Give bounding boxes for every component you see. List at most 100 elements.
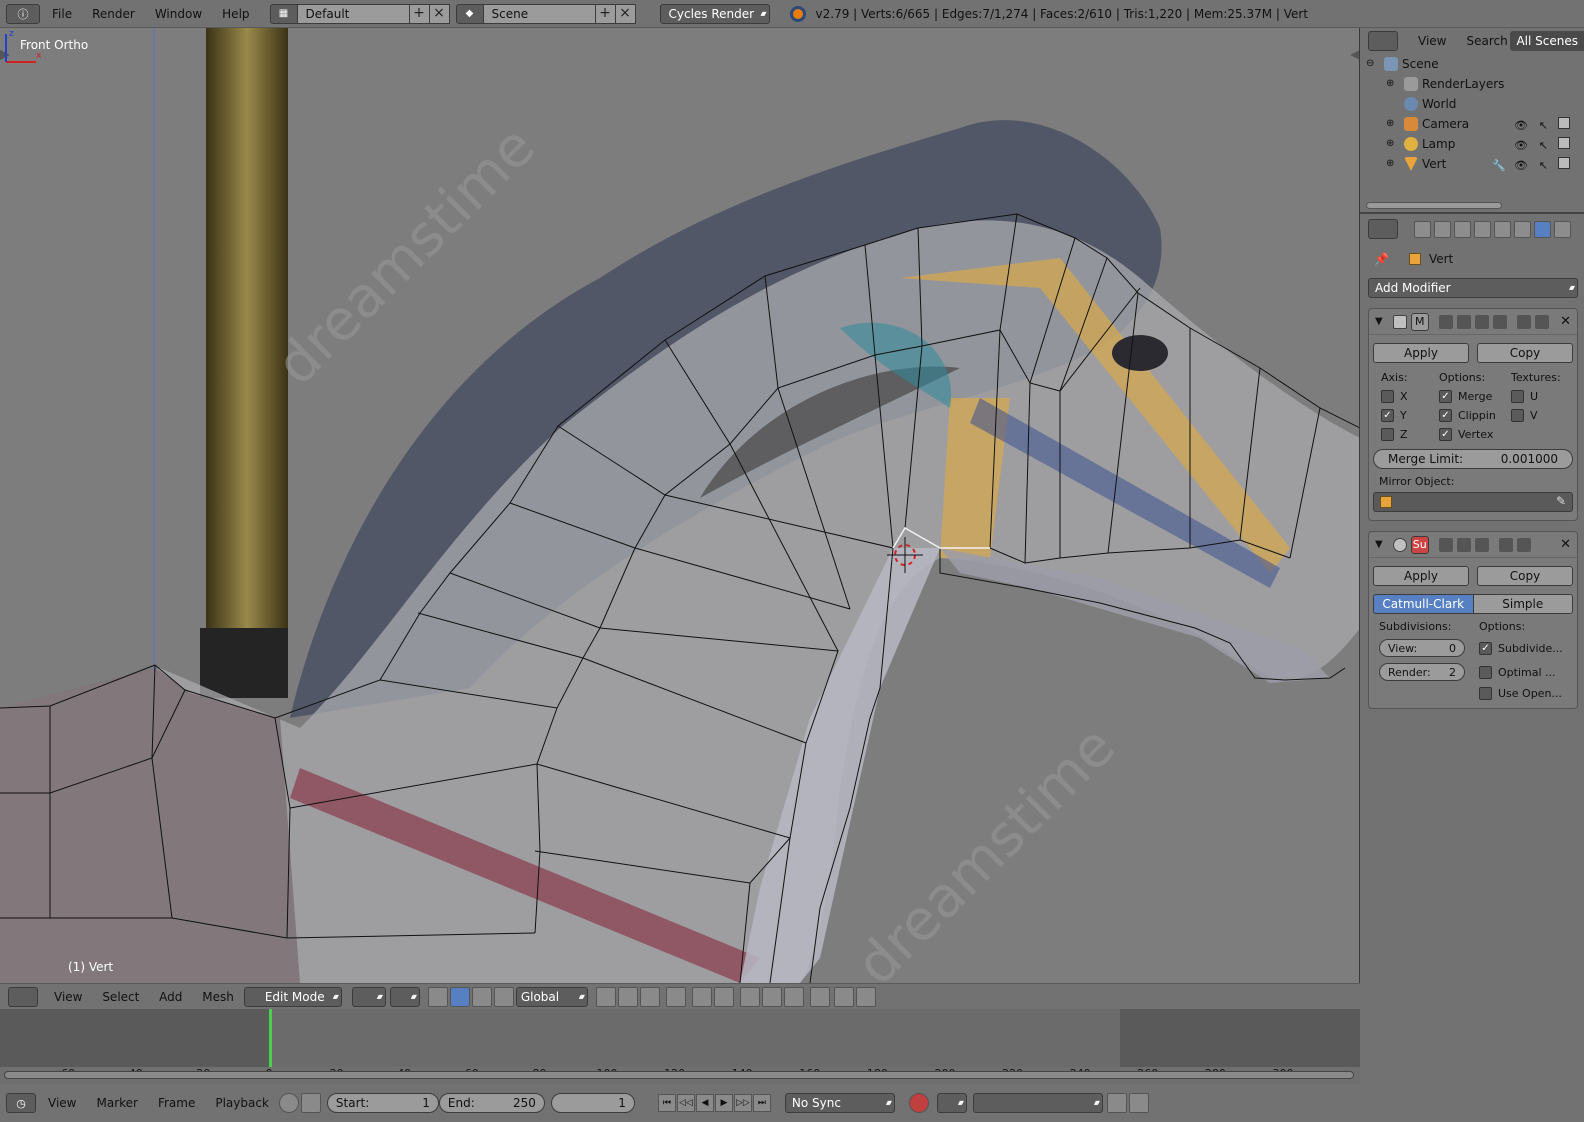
menu-select[interactable]: Select: [102, 990, 139, 1004]
renderability-camera-icon[interactable]: [1558, 117, 1570, 129]
show-render-icon[interactable]: [1438, 314, 1453, 329]
remove-modifier-close-icon[interactable]: ✕: [1560, 314, 1571, 329]
simple-button[interactable]: Simple: [1473, 594, 1573, 614]
outliner-scrollbar[interactable]: [1366, 202, 1502, 209]
move-up-icon[interactable]: [1516, 314, 1531, 329]
merge-limit-field[interactable]: Merge Limit: 0.001000: [1373, 449, 1573, 469]
outliner-menu-search[interactable]: Search: [1466, 34, 1507, 48]
outliner-filter-dropdown[interactable]: All Scenes: [1510, 31, 1584, 51]
pin-icon[interactable]: 📌: [1374, 252, 1389, 266]
move-down-icon[interactable]: [1516, 537, 1531, 552]
render-layers-tab-icon[interactable]: [1434, 220, 1451, 238]
view-levels-field[interactable]: View: 0: [1379, 639, 1465, 657]
properties-editor[interactable]: 📌 Vert Add Modifier ▼ M ✕ Apply Copy: [1360, 216, 1584, 1122]
axis-z-checkbox[interactable]: Z: [1381, 428, 1439, 441]
show-editmode-icon[interactable]: [1474, 537, 1489, 552]
editor-type-properties-button[interactable]: [1368, 219, 1398, 239]
menu-render[interactable]: Render: [92, 7, 135, 21]
layout-grid-icon[interactable]: ▦: [269, 3, 298, 24]
render-still-icon[interactable]: [855, 986, 876, 1007]
texture-v-checkbox[interactable]: V: [1511, 409, 1571, 422]
data-tab-icon[interactable]: [1554, 220, 1571, 238]
layout-name-field[interactable]: Default: [297, 3, 410, 24]
use-opensubdiv-checkbox[interactable]: Use Open...: [1479, 687, 1569, 700]
scene-name-field[interactable]: Scene: [483, 3, 596, 24]
outliner-item-world[interactable]: World: [1360, 94, 1584, 114]
menu-marker[interactable]: Marker: [96, 1096, 137, 1110]
play-reverse-icon[interactable]: ◀: [695, 1094, 714, 1112]
menu-frame[interactable]: Frame: [158, 1096, 195, 1110]
opengl-render-icon[interactable]: [809, 986, 830, 1007]
collapse-triangle-icon[interactable]: ▼: [1375, 539, 1383, 550]
viewport-shading-dropdown[interactable]: [351, 986, 386, 1007]
outliner[interactable]: View Search All Scenes ⊖ Scene ⊕ RenderL…: [1360, 28, 1584, 214]
expand-icon[interactable]: ⊕: [1386, 154, 1394, 174]
render-animation-icon[interactable]: [833, 986, 854, 1007]
axis-x-checkbox[interactable]: X: [1381, 390, 1439, 403]
vertex-select-icon[interactable]: [595, 986, 616, 1007]
subsurf-apply-button[interactable]: Apply: [1373, 566, 1469, 586]
add-scene-button[interactable]: +: [595, 3, 616, 24]
play-icon[interactable]: ▶: [714, 1094, 733, 1112]
show-viewport-icon[interactable]: [1456, 537, 1471, 552]
constraints-tab-icon[interactable]: [1514, 220, 1531, 238]
start-frame-field[interactable]: Start: 1: [326, 1093, 439, 1113]
catmull-clark-button[interactable]: Catmull-Clark: [1373, 594, 1474, 614]
pivot-point-dropdown[interactable]: [389, 986, 420, 1007]
scale-manipulator-icon[interactable]: [493, 986, 514, 1007]
menu-view[interactable]: View: [54, 990, 82, 1004]
show-on-cage-icon[interactable]: [1492, 314, 1507, 329]
visibility-eye-icon[interactable]: 👁: [1514, 136, 1528, 156]
selectability-cursor-icon[interactable]: ↖: [1539, 116, 1548, 136]
remove-modifier-close-icon[interactable]: ✕: [1560, 537, 1571, 552]
scene-tab-icon[interactable]: [1454, 220, 1471, 238]
mirror-apply-button[interactable]: Apply: [1373, 343, 1469, 363]
axis-y-checkbox[interactable]: ✓ Y: [1381, 409, 1439, 422]
timeline-scrollbar[interactable]: [4, 1071, 1354, 1079]
mirror-copy-button[interactable]: Copy: [1477, 343, 1573, 363]
screen-layout-selector[interactable]: ▦ Default + ×: [269, 3, 450, 24]
menu-mesh[interactable]: Mesh: [202, 990, 234, 1004]
modifiers-tab-icon[interactable]: [1534, 220, 1551, 238]
keying-set-field[interactable]: [972, 1093, 1103, 1113]
outliner-item-lamp[interactable]: ⊕ Lamp 👁 ↖: [1360, 134, 1584, 154]
menu-window[interactable]: Window: [155, 7, 202, 21]
jump-end-icon[interactable]: ⏭: [752, 1094, 771, 1112]
proportional-falloff-icon[interactable]: [713, 986, 734, 1007]
properties-region-toggle-icon[interactable]: [1350, 50, 1360, 60]
mirror-object-field[interactable]: ✎: [1373, 492, 1573, 512]
add-layout-button[interactable]: +: [409, 3, 430, 24]
3d-viewport[interactable]: dreamstime dreamstime Front Ortho x z (1…: [0, 28, 1360, 983]
merge-checkbox[interactable]: ✓ Merge: [1439, 390, 1511, 403]
outliner-item-scene[interactable]: ⊖ Scene: [1360, 54, 1584, 74]
subdivide-uvs-checkbox[interactable]: ✓ Subdivide...: [1479, 641, 1569, 655]
subsurf-copy-button[interactable]: Copy: [1477, 566, 1573, 586]
jump-keyframe-forward-icon[interactable]: ▷▷: [733, 1094, 752, 1112]
editor-type-timeline-button[interactable]: ◷: [6, 1093, 36, 1113]
world-tab-icon[interactable]: [1474, 220, 1491, 238]
mirror-modifier-name[interactable]: M: [1410, 312, 1429, 331]
rotate-manipulator-icon[interactable]: [471, 986, 492, 1007]
eyedropper-icon[interactable]: ✎: [1556, 494, 1566, 508]
menu-file[interactable]: File: [52, 7, 72, 21]
current-frame-field[interactable]: 1: [550, 1093, 635, 1113]
selectability-cursor-icon[interactable]: ↖: [1539, 156, 1548, 176]
visibility-eye-icon[interactable]: 👁: [1514, 156, 1528, 176]
sync-mode-dropdown[interactable]: No Sync: [784, 1093, 895, 1113]
preview-range-icon[interactable]: [278, 1093, 299, 1113]
collapse-triangle-icon[interactable]: ▼: [1375, 316, 1383, 327]
subsurf-modifier-name[interactable]: Su: [1410, 535, 1429, 554]
expand-icon[interactable]: ⊕: [1386, 74, 1394, 94]
show-editmode-icon[interactable]: [1474, 314, 1489, 329]
lock-time-icon[interactable]: [300, 1093, 321, 1113]
render-levels-field[interactable]: Render: 2: [1379, 663, 1465, 681]
scene-icon[interactable]: ◆: [455, 3, 484, 24]
snap-element-icon[interactable]: [761, 986, 782, 1007]
editor-type-3dview-button[interactable]: [8, 986, 38, 1007]
outliner-item-camera[interactable]: ⊕ Camera 👁 ↖: [1360, 114, 1584, 134]
show-viewport-icon[interactable]: [1456, 314, 1471, 329]
object-tab-icon[interactable]: [1494, 220, 1511, 238]
delete-scene-button[interactable]: ×: [615, 3, 636, 24]
visibility-eye-icon[interactable]: 👁: [1514, 116, 1528, 136]
delete-keyframe-icon[interactable]: [1128, 1093, 1149, 1113]
